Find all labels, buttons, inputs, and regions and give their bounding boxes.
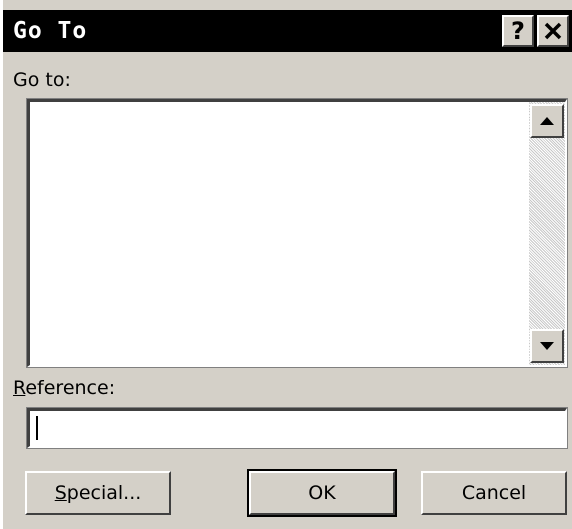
goto-label: Go to: bbox=[13, 69, 71, 91]
close-icon bbox=[544, 22, 562, 40]
special-label-rest: pecial... bbox=[66, 482, 142, 504]
dialog-title: Go To bbox=[13, 18, 88, 44]
help-button[interactable]: ? bbox=[502, 15, 534, 47]
close-button[interactable] bbox=[537, 15, 569, 47]
reference-accel: R bbox=[13, 377, 26, 399]
special-accel: S bbox=[54, 482, 67, 504]
scroll-up-button[interactable] bbox=[530, 104, 564, 138]
text-caret bbox=[36, 416, 38, 440]
scroll-down-button[interactable] bbox=[530, 329, 564, 363]
goto-dialog: Go To ? Go to: Reference: S pecial... OK… bbox=[0, 0, 572, 529]
arrow-up-icon bbox=[540, 117, 554, 125]
cancel-label: Cancel bbox=[461, 482, 527, 504]
reference-input[interactable] bbox=[26, 407, 568, 449]
goto-listbox[interactable] bbox=[26, 98, 568, 368]
reference-label-rest: eference: bbox=[25, 377, 116, 399]
special-button[interactable]: Special... bbox=[25, 471, 171, 515]
vertical-scrollbar[interactable] bbox=[529, 102, 565, 365]
ok-button[interactable]: OK bbox=[247, 469, 397, 517]
ok-label: OK bbox=[308, 482, 336, 504]
help-icon: ? bbox=[511, 17, 525, 45]
title-bar[interactable]: Go To ? bbox=[3, 10, 572, 52]
arrow-down-icon bbox=[540, 342, 554, 350]
cancel-button[interactable]: Cancel bbox=[421, 471, 567, 515]
reference-label: Reference: bbox=[13, 376, 115, 400]
